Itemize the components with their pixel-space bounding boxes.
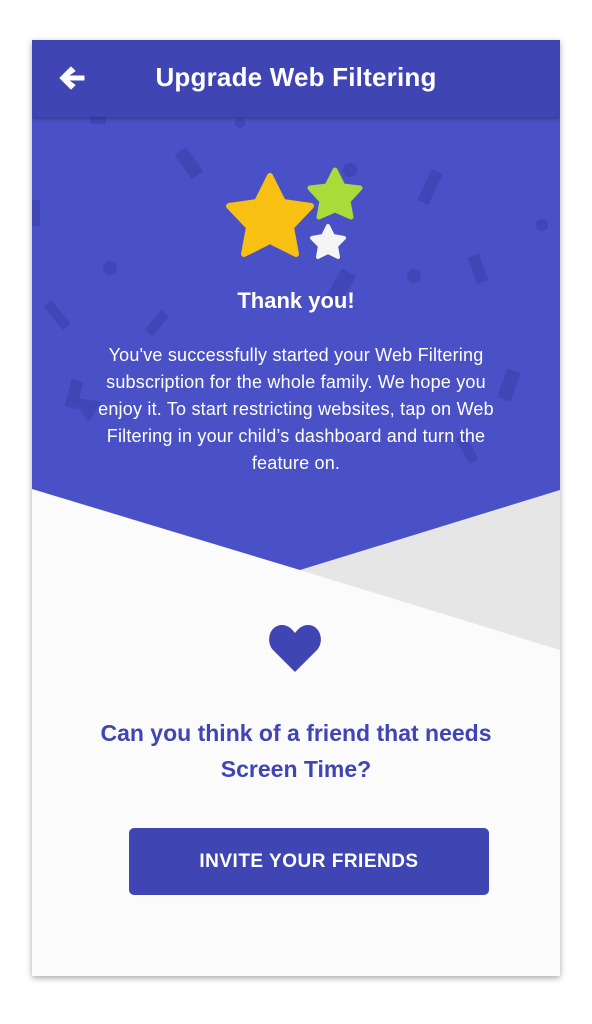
app-screen: Upgrade Web Filtering Thank you! You've … [32, 40, 560, 976]
heart-icon [269, 625, 321, 672]
app-header: Upgrade Web Filtering [32, 40, 560, 117]
referral-question: Can you think of a friend that needs Scr… [100, 720, 492, 782]
invite-friends-button[interactable]: INVITE YOUR FRIENDS [129, 828, 489, 895]
page-title: Upgrade Web Filtering [155, 62, 437, 92]
success-message: You've successfully started your Web Fil… [98, 345, 494, 473]
thank-you-heading: Thank you! [237, 288, 355, 313]
